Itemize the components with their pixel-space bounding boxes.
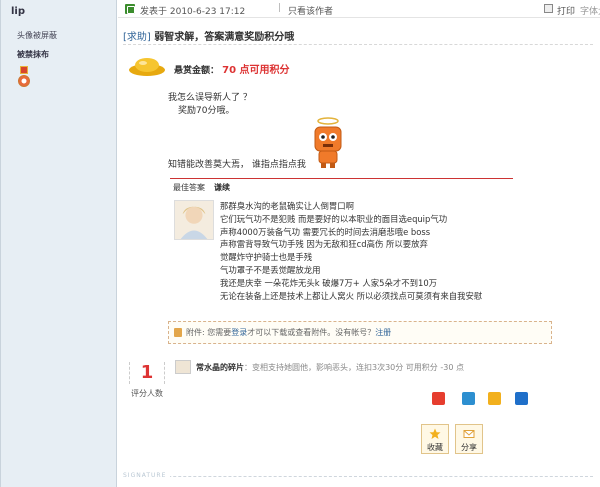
rating-count: 1 bbox=[129, 362, 165, 384]
rating-count-label: 评分人数 bbox=[131, 389, 163, 398]
rating-reason: ：变相支持她圆他，影响恶头，连扣3次30分 可用积分 -30 点 bbox=[244, 363, 464, 372]
robot-emoticon-icon bbox=[314, 117, 342, 168]
signature-divider: SIGNATURE bbox=[123, 472, 593, 479]
login-link[interactable]: 登录 bbox=[231, 328, 247, 337]
answer-line: 声称4000万装备气功 需要冗长的时间去消磨悲哦e boss bbox=[220, 226, 431, 237]
post-body-line: 奖励70分哦。 bbox=[178, 106, 235, 116]
best-answer-text: 那群臭水沟的老鼠确实让人倒胃口啊 它们玩气功不是犯贱 而是要好的以本职业的面目选… bbox=[220, 200, 482, 302]
author-username[interactable]: lip bbox=[11, 6, 25, 17]
qzone-share-icon[interactable] bbox=[488, 392, 501, 405]
favorite-button[interactable]: 收藏 bbox=[421, 424, 449, 454]
register-link[interactable]: 注册 bbox=[375, 328, 391, 337]
envelope-icon bbox=[463, 430, 475, 438]
title-divider bbox=[123, 44, 593, 45]
rater-avatar[interactable] bbox=[175, 360, 191, 374]
attachment-icon bbox=[174, 328, 182, 337]
best-answer-author[interactable]: 谦续 bbox=[214, 182, 230, 193]
favorite-label: 收藏 bbox=[427, 443, 443, 452]
author-sidebar: lip 头像被屏蔽 被禁抹布 bbox=[1, 0, 117, 487]
post-tag[interactable]: [求助] bbox=[123, 32, 151, 43]
weibo-share-icon[interactable] bbox=[432, 392, 445, 405]
signature-label: SIGNATURE bbox=[123, 472, 171, 479]
print-link[interactable]: 打印 bbox=[557, 4, 575, 17]
author-only-link[interactable]: 只看该作者 bbox=[288, 4, 333, 17]
reward-points: 70 点可用积分 bbox=[222, 65, 290, 76]
font-size-link[interactable]: 字体大 bbox=[580, 4, 600, 17]
forum-post-page: lip 头像被屏蔽 被禁抹布 发表于 2010-6-23 17:12 | 只看该… bbox=[0, 0, 600, 487]
printer-icon[interactable] bbox=[544, 4, 553, 13]
meta-separator: | bbox=[278, 3, 282, 13]
renren-share-icon[interactable] bbox=[515, 392, 528, 405]
post-body-line: 知错能改善莫大焉， 谁指点指点我 bbox=[168, 160, 306, 170]
post-date: 发表于 2010-6-23 17:12 bbox=[140, 7, 246, 17]
share-label: 分享 bbox=[461, 443, 477, 452]
post-body-line: 我怎么误导新人了 ？ bbox=[168, 93, 252, 103]
answer-line: 气功罩子不是丢觉醒放龙用 bbox=[220, 264, 321, 275]
attachment-prefix: 附件: 您需要 bbox=[186, 328, 232, 337]
gold-ingot-icon bbox=[129, 58, 165, 76]
answer-line: 无论在装备上还是技术上都让人窝火 所以必须找点可莫须有来自我安慰 bbox=[220, 290, 483, 301]
best-answer-label: 最佳答案 bbox=[173, 183, 205, 192]
post-title-text: 弱智求解，答案满意奖励积分哦 bbox=[154, 32, 295, 43]
post-meta-bar: 发表于 2010-6-23 17:12 | 只看该作者 打印 字体大 bbox=[118, 0, 600, 18]
reward-amount: 悬赏金额： 70 点可用积分 bbox=[174, 61, 290, 76]
rating-count-box: 1 评分人数 bbox=[129, 362, 165, 402]
post-title: [求助] 弱智求解，答案满意奖励积分哦 bbox=[123, 28, 294, 43]
answer-line: 它们玩气功不是犯贱 而是要好的以本职业的面目选equip气功 bbox=[220, 213, 448, 224]
user-group-label: 被禁抹布 bbox=[17, 50, 49, 59]
best-answer-header: 最佳答案 谦续 bbox=[170, 178, 513, 192]
answer-line: 觉醒炸守护骑士也是手残 bbox=[220, 252, 313, 263]
rating-entry: 常水晶的碎片：变相支持她圆他，影响恶头，连扣3次30分 可用积分 -30 点 bbox=[196, 362, 464, 373]
answer-line: 声称雷背导致气功手残 因为无敌和狂cd高伤 所以要放弃 bbox=[220, 239, 428, 250]
avatar-blocked-text: 头像被屏蔽 bbox=[17, 31, 57, 40]
post-main: 发表于 2010-6-23 17:12 | 只看该作者 打印 字体大 [求助] … bbox=[118, 0, 600, 487]
share-button[interactable]: 分享 bbox=[455, 424, 483, 454]
attachment-middle: 才可以下载或查看附件。没有帐号？ bbox=[247, 328, 376, 337]
rater-name[interactable]: 常水晶的碎片 bbox=[196, 363, 244, 372]
attachment-notice: 附件: 您需要登录才可以下载或查看附件。没有帐号？注册 bbox=[168, 321, 552, 344]
answer-line: 那群臭水沟的老鼠确实让人倒胃口啊 bbox=[220, 201, 354, 211]
qq-share-icon[interactable] bbox=[462, 392, 475, 405]
attachment-text: 附件: 您需要登录才可以下载或查看附件。没有帐号？注册 bbox=[186, 327, 391, 338]
medal-icon bbox=[18, 66, 30, 87]
reward-label: 悬赏金额： bbox=[174, 66, 220, 76]
star-icon bbox=[429, 428, 441, 439]
post-icon bbox=[125, 4, 135, 14]
best-answer-avatar[interactable] bbox=[174, 200, 214, 240]
answer-line: 我还是庆幸 一朵花炸无头k 破爆7万+ 人家5朵才不到10万 bbox=[220, 277, 438, 288]
